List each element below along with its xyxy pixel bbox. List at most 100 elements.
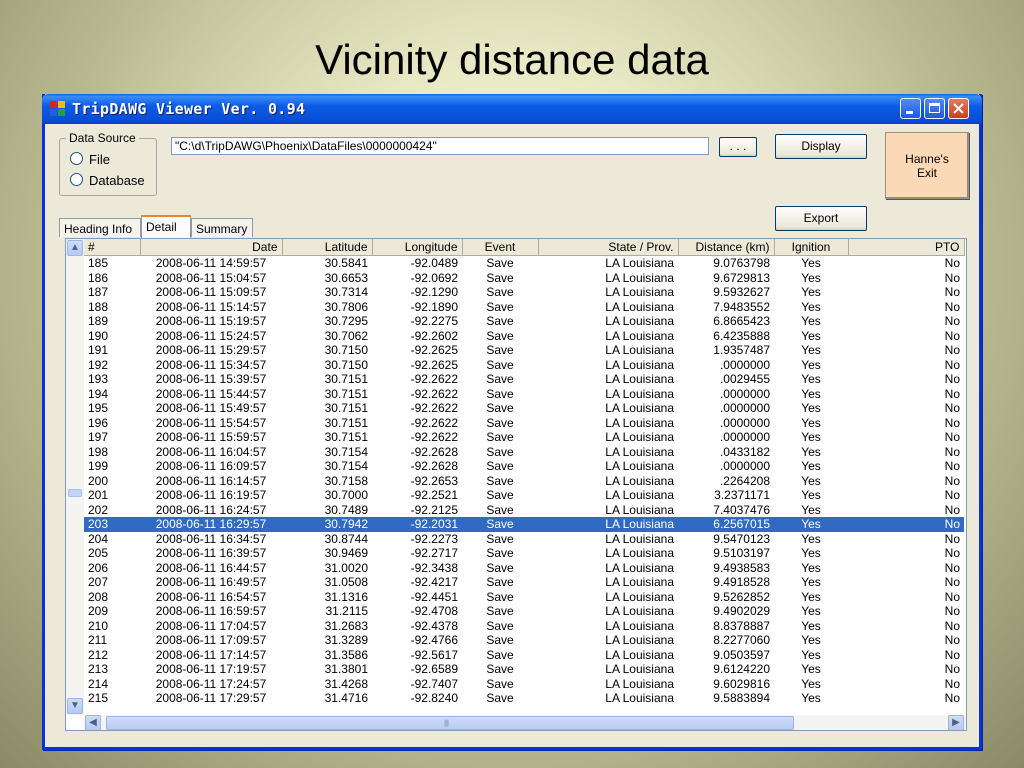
table-row[interactable]: 205 2008-06-11 16:39:57 30.9469 -92.2717 Sav… [84, 546, 964, 561]
table-row[interactable]: 201 2008-06-11 16:19:57 30.7000 -92.2521 Sav… [84, 488, 964, 503]
vertical-scroll-thumb[interactable] [68, 489, 82, 497]
table-row[interactable]: 203 2008-06-11 16:29:57 30.7942 -92.2031 Sav… [84, 517, 964, 532]
radio-circle-icon[interactable] [70, 152, 83, 165]
col-date-cell: 2008-06-11 15:44:57 [155, 386, 267, 401]
col-latitude-cell: 31.2115 [325, 604, 369, 619]
table-row[interactable]: 189 2008-06-11 15:19:57 30.7295 -92.2275 Sav… [84, 314, 964, 329]
col-state-cell: LA Louisiana [605, 299, 674, 314]
table-row[interactable]: 206 2008-06-11 16:44:57 31.0020 -92.3438 Sav… [84, 561, 964, 576]
col-longitude-cell: -92.4451 [410, 589, 458, 604]
col-state-cell: LA Louisiana [605, 575, 674, 590]
col-pto-cell: No [944, 502, 960, 517]
col-latitude-cell: 30.7151 [324, 401, 368, 416]
col-event-header[interactable]: Event [462, 239, 539, 256]
table-row[interactable]: 187 2008-06-11 15:09:57 30.7314 -92.1290 Sav… [84, 285, 964, 300]
col-event-cell: Save [486, 662, 514, 677]
col-state-cell: LA Louisiana [605, 328, 674, 343]
tab-heading-info[interactable]: Heading Info [59, 218, 141, 237]
tab-detail[interactable]: Detail [141, 215, 191, 238]
table-row[interactable]: 197 2008-06-11 15:59:57 30.7151 -92.2622 Sav… [84, 430, 964, 445]
table-row[interactable]: 213 2008-06-11 17:19:57 31.3801 -92.6589 Sav… [84, 662, 964, 677]
col-distance-header[interactable]: Distance (km) [678, 239, 775, 256]
table-row[interactable]: 194 2008-06-11 15:44:57 30.7151 -92.2622 Sav… [84, 387, 964, 402]
scroll-down-icon[interactable]: ▼ [67, 698, 83, 714]
table-row[interactable]: 190 2008-06-11 15:24:57 30.7062 -92.2602 Sav… [84, 329, 964, 344]
exit-button[interactable]: Hanne's Exit [885, 132, 969, 199]
vertical-scrollbar[interactable]: ▲ ▼ [66, 239, 84, 715]
title-bar[interactable]: TripDAWG Viewer Ver. 0.94 [42, 94, 982, 124]
table-row[interactable]: 202 2008-06-11 16:24:57 30.7489 -92.2125 Sav… [84, 503, 964, 518]
table-row[interactable]: 209 2008-06-11 16:59:57 31.2115 -92.4708 Sav… [84, 604, 964, 619]
table-row[interactable]: 215 2008-06-11 17:29:57 31.4716 -92.8240 Sav… [84, 691, 964, 706]
maximize-icon[interactable] [924, 98, 945, 119]
radio-database[interactable]: Database [70, 173, 145, 188]
tab-summary[interactable]: Summary [191, 218, 253, 237]
table-row[interactable]: 186 2008-06-11 15:04:57 30.6653 -92.0692 Sav… [84, 271, 964, 286]
table-row[interactable]: 207 2008-06-11 16:49:57 31.0508 -92.4217 Sav… [84, 575, 964, 590]
radio-circle-icon[interactable] [70, 173, 83, 186]
table-row[interactable]: 191 2008-06-11 15:29:57 30.7150 -92.2625 Sav… [84, 343, 964, 358]
col-state-cell: LA Louisiana [605, 459, 674, 474]
table-row[interactable]: 212 2008-06-11 17:14:57 31.3586 -92.5617 Sav… [84, 648, 964, 663]
col-state-cell: LA Louisiana [605, 633, 674, 648]
scroll-up-icon[interactable]: ▲ [67, 240, 83, 256]
col-date-cell: 2008-06-11 15:34:57 [155, 357, 267, 372]
export-button[interactable]: Export [775, 206, 867, 231]
col-state-cell: LA Louisiana [605, 676, 674, 691]
col-date-cell: 2008-06-11 17:09:57 [155, 633, 267, 648]
table-row[interactable]: 196 2008-06-11 15:54:57 30.7151 -92.2622 Sav… [84, 416, 964, 431]
col-state-cell: LA Louisiana [605, 647, 674, 662]
col-state-header[interactable]: State / Prov. [538, 239, 679, 256]
display-button[interactable]: Display [775, 134, 867, 159]
col-date-header[interactable]: Date [140, 239, 283, 256]
col-longitude-cell: -92.0692 [410, 270, 458, 285]
table-row[interactable]: 185 2008-06-11 14:59:57 30.5841 -92.0489 Sav… [84, 256, 964, 271]
col-latitude-header[interactable]: Latitude [282, 239, 373, 256]
col-number-header[interactable]: # [84, 239, 141, 256]
col-latitude-cell: 30.5841 [324, 256, 368, 271]
horizontal-scroll-thumb[interactable]: ||||| [106, 716, 794, 730]
col-date-cell: 2008-06-11 16:54:57 [155, 589, 267, 604]
col-number-cell: 201 [88, 488, 109, 503]
minimize-icon[interactable] [900, 98, 921, 119]
detail-grid[interactable]: ▲ ▼ # Date Latitude Longitude Event State / P… [65, 238, 967, 731]
browse-button[interactable]: . . . [719, 137, 757, 157]
col-event-cell: Save [486, 618, 514, 633]
col-ignition-cell: Yes [801, 560, 821, 575]
col-latitude-cell: 31.4716 [324, 691, 368, 706]
close-icon[interactable] [948, 98, 969, 119]
table-row[interactable]: 211 2008-06-11 17:09:57 31.3289 -92.4766 Sav… [84, 633, 964, 648]
col-pto-header[interactable]: PTO [848, 239, 965, 256]
table-row[interactable]: 204 2008-06-11 16:34:57 30.8744 -92.2273 Sav… [84, 532, 964, 547]
col-distance-cell: .2264208 [719, 473, 770, 488]
table-row[interactable]: 198 2008-06-11 16:04:57 30.7154 -92.2628 Sav… [84, 445, 964, 460]
col-longitude-cell: -92.4708 [410, 604, 458, 619]
col-date-cell: 2008-06-11 17:14:57 [155, 647, 267, 662]
radio-file[interactable]: File [70, 152, 110, 167]
col-ignition-header[interactable]: Ignition [774, 239, 849, 256]
col-ignition-cell: Yes [801, 299, 821, 314]
table-row[interactable]: 200 2008-06-11 16:14:57 30.7158 -92.2653 Sav… [84, 474, 964, 489]
scroll-left-icon[interactable]: ◀ [85, 715, 101, 730]
table-row[interactable]: 188 2008-06-11 15:14:57 30.7806 -92.1890 Sav… [84, 300, 964, 315]
col-latitude-cell: 30.7150 [324, 357, 368, 372]
col-longitude-header[interactable]: Longitude [372, 239, 463, 256]
table-row[interactable]: 193 2008-06-11 15:39:57 30.7151 -92.2622 Sav… [84, 372, 964, 387]
col-distance-cell: 9.6124220 [713, 662, 770, 677]
col-date-cell: 2008-06-11 17:24:57 [155, 676, 267, 691]
table-row[interactable]: 199 2008-06-11 16:09:57 30.7154 -92.2628 Sav… [84, 459, 964, 474]
table-row[interactable]: 210 2008-06-11 17:04:57 31.2683 -92.4378 Sav… [84, 619, 964, 634]
col-longitude-cell: -92.7407 [410, 676, 458, 691]
col-state-cell: LA Louisiana [605, 531, 674, 546]
col-latitude-cell: 30.7151 [324, 372, 368, 387]
table-row[interactable]: 192 2008-06-11 15:34:57 30.7150 -92.2625 Sav… [84, 358, 964, 373]
col-latitude-cell: 30.8744 [324, 531, 368, 546]
table-row[interactable]: 214 2008-06-11 17:24:57 31.4268 -92.7407 Sav… [84, 677, 964, 692]
horizontal-scrollbar[interactable]: ◀ ||||| ▶ [84, 715, 966, 730]
file-path-input[interactable]: "C:\d\TripDAWG\Phoenix\DataFiles\0000000… [171, 137, 709, 155]
scroll-right-icon[interactable]: ▶ [948, 715, 964, 730]
col-state-cell: LA Louisiana [605, 430, 674, 445]
col-pto-cell: No [944, 444, 960, 459]
table-row[interactable]: 208 2008-06-11 16:54:57 31.1316 -92.4451 Sav… [84, 590, 964, 605]
table-row[interactable]: 195 2008-06-11 15:49:57 30.7151 -92.2622 Sav… [84, 401, 964, 416]
